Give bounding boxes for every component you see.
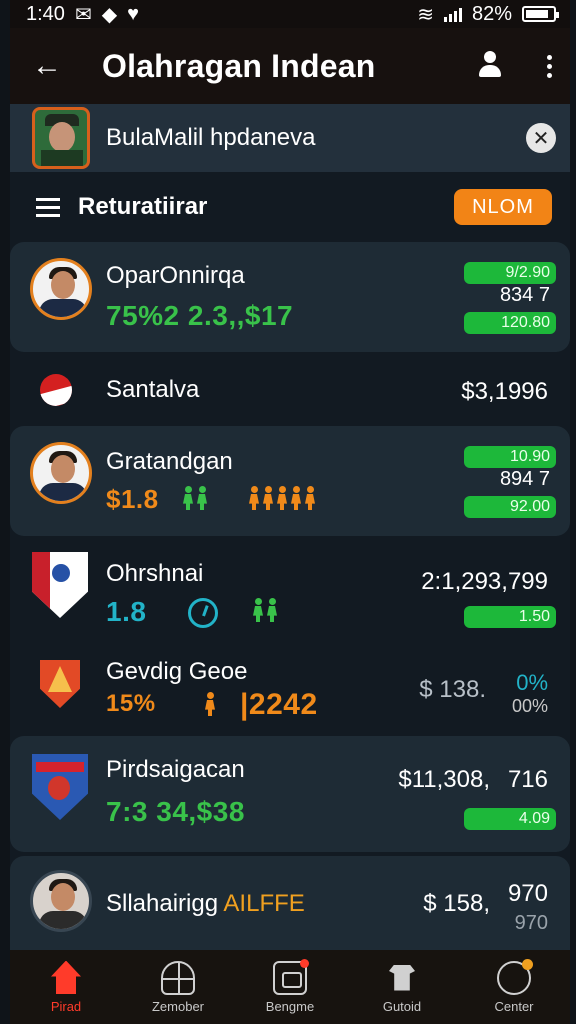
list-item-price-accent: 970	[507, 880, 548, 907]
list-item-name: Ohrshnai	[106, 560, 204, 587]
list-item-name: Sllahairigg AILFFE	[106, 890, 305, 917]
back-arrow-icon[interactable]: ←	[32, 49, 72, 83]
page-title: Olahragan Indean	[102, 47, 376, 84]
list-item-price: $ 158,	[423, 890, 490, 917]
list-item[interactable]: OparOnnirqa 75%2 2.3,,$17 9/2.90 834 7 1…	[10, 242, 570, 352]
list-item-price-accent: 716	[507, 766, 548, 793]
list-item-name: Pirdsaigacan	[106, 756, 245, 783]
profile-center-icon	[497, 958, 533, 995]
team-crest-icon	[32, 754, 88, 820]
list-item-stat: |2242	[240, 688, 318, 721]
team-crest-icon	[32, 552, 88, 618]
value-pill: 10.90	[464, 446, 556, 468]
nav-item-center[interactable]: Center	[458, 950, 570, 1024]
list-item[interactable]: Pirdsaigacan 7:3 34,$38 $11,308, 716 4.0…	[10, 736, 570, 852]
list-item-name: Santalva	[106, 376, 200, 403]
status-time: 1:40	[26, 2, 65, 25]
ball-icon	[161, 960, 195, 995]
more-options-icon[interactable]	[547, 54, 552, 78]
mail-icon: ✉	[74, 3, 92, 26]
avatar	[30, 258, 92, 320]
filter-button[interactable]: NLOM	[454, 189, 552, 225]
close-icon[interactable]: ✕	[526, 123, 556, 153]
list-item[interactable]: Gratandgan $1.8 10.90 894 7 92.00	[10, 426, 570, 536]
list-item-name: Gratandgan	[106, 448, 233, 475]
list-item-name: OparOnnirqa	[106, 262, 245, 289]
list-item-value: 834 7	[499, 284, 550, 306]
battery-percent: 82%	[471, 2, 512, 25]
list-item[interactable]: Sllahairigg AILFFE $ 158, 970 970	[10, 856, 570, 950]
search-bar[interactable]: BulaMalil hpdaneva ✕	[10, 104, 570, 172]
app-bar: ← Olahragan Indean	[10, 28, 570, 104]
signal-icon	[443, 6, 462, 22]
list-item-percent: 0%	[516, 670, 548, 695]
location-icon: ♥	[127, 2, 139, 25]
value-pill: 9/2.90	[464, 262, 556, 284]
team-crest-icon	[40, 660, 80, 708]
nav-label: Pirad	[50, 998, 82, 1014]
shirt-icon	[385, 961, 419, 995]
list-item-name: Gevdig Geoe	[106, 658, 248, 685]
value-pill: 4.09	[464, 808, 556, 830]
list-item[interactable]: Santalva $3,1996	[10, 356, 570, 424]
status-bar: 1:40 ✉ ◆ ♥ ≋ 82%	[10, 0, 570, 28]
list-item-price: $ 138.	[419, 676, 486, 703]
avatar	[30, 870, 92, 932]
profile-icon[interactable]	[477, 51, 503, 81]
list-item-stat: 7:3 34,$38	[106, 796, 245, 827]
filter-bar: Returatiirar NLOM	[10, 172, 570, 242]
value-pill: 120.80	[464, 312, 556, 334]
nav-item-home[interactable]: Pirad	[10, 950, 122, 1024]
league-logo-icon	[32, 107, 90, 169]
list-item-price: 2:1,293,799	[421, 568, 548, 595]
avatar	[30, 442, 92, 504]
list-item-percent: 00%	[511, 696, 548, 716]
value-pill: 92.00	[464, 496, 556, 518]
list-item-stat: 1.8	[106, 596, 147, 627]
wifi-icon: ≋	[417, 3, 434, 26]
player-figures-icon	[182, 486, 210, 510]
list-item[interactable]: Gevdig Geoe 15% |2242 $ 138. 0% 00%	[10, 644, 570, 734]
nav-label: Bengme	[265, 998, 315, 1014]
nav-item-schedule[interactable]: Zemober	[122, 950, 234, 1024]
player-figure-icon	[204, 692, 218, 716]
value-pill: 1.50	[464, 606, 556, 628]
list-item-stat: 75%2 2.3,,$17	[106, 300, 294, 331]
list-item-price: $11,308,	[398, 766, 490, 793]
menu-icon[interactable]	[36, 197, 60, 217]
clock-icon	[188, 598, 218, 628]
notification-icon: ◆	[101, 3, 118, 26]
nav-label: Gutoid	[382, 998, 422, 1014]
player-figures-icon	[252, 598, 280, 622]
main-content: BulaMalil hpdaneva ✕ Returatiirar NLOM O…	[10, 104, 570, 950]
nav-label: Zemober	[151, 998, 205, 1014]
nav-label: Center	[494, 998, 534, 1014]
list-item-price: $3,1996	[461, 378, 548, 405]
list-item-stat: $1.8	[106, 484, 159, 514]
battery-icon	[522, 6, 559, 22]
search-input[interactable]: BulaMalil hpdaneva	[106, 124, 526, 152]
home-icon	[49, 961, 83, 995]
filter-label: Returatiirar	[78, 193, 208, 220]
news-icon	[273, 958, 309, 995]
flag-icon	[40, 374, 72, 406]
list-item-stat: 15%	[106, 690, 156, 717]
list-item-sub-value: 970	[514, 912, 548, 934]
bottom-nav: Pirad Zemober Bengme Gutoid Center	[10, 950, 570, 1024]
nav-item-news[interactable]: Bengme	[234, 950, 346, 1024]
player-figures-icon	[248, 486, 318, 510]
nav-item-teams[interactable]: Gutoid	[346, 950, 458, 1024]
list-item[interactable]: Ohrshnai 1.8 2:1,293,799 1.50	[10, 544, 570, 644]
list-item-value: 894 7	[499, 468, 550, 490]
